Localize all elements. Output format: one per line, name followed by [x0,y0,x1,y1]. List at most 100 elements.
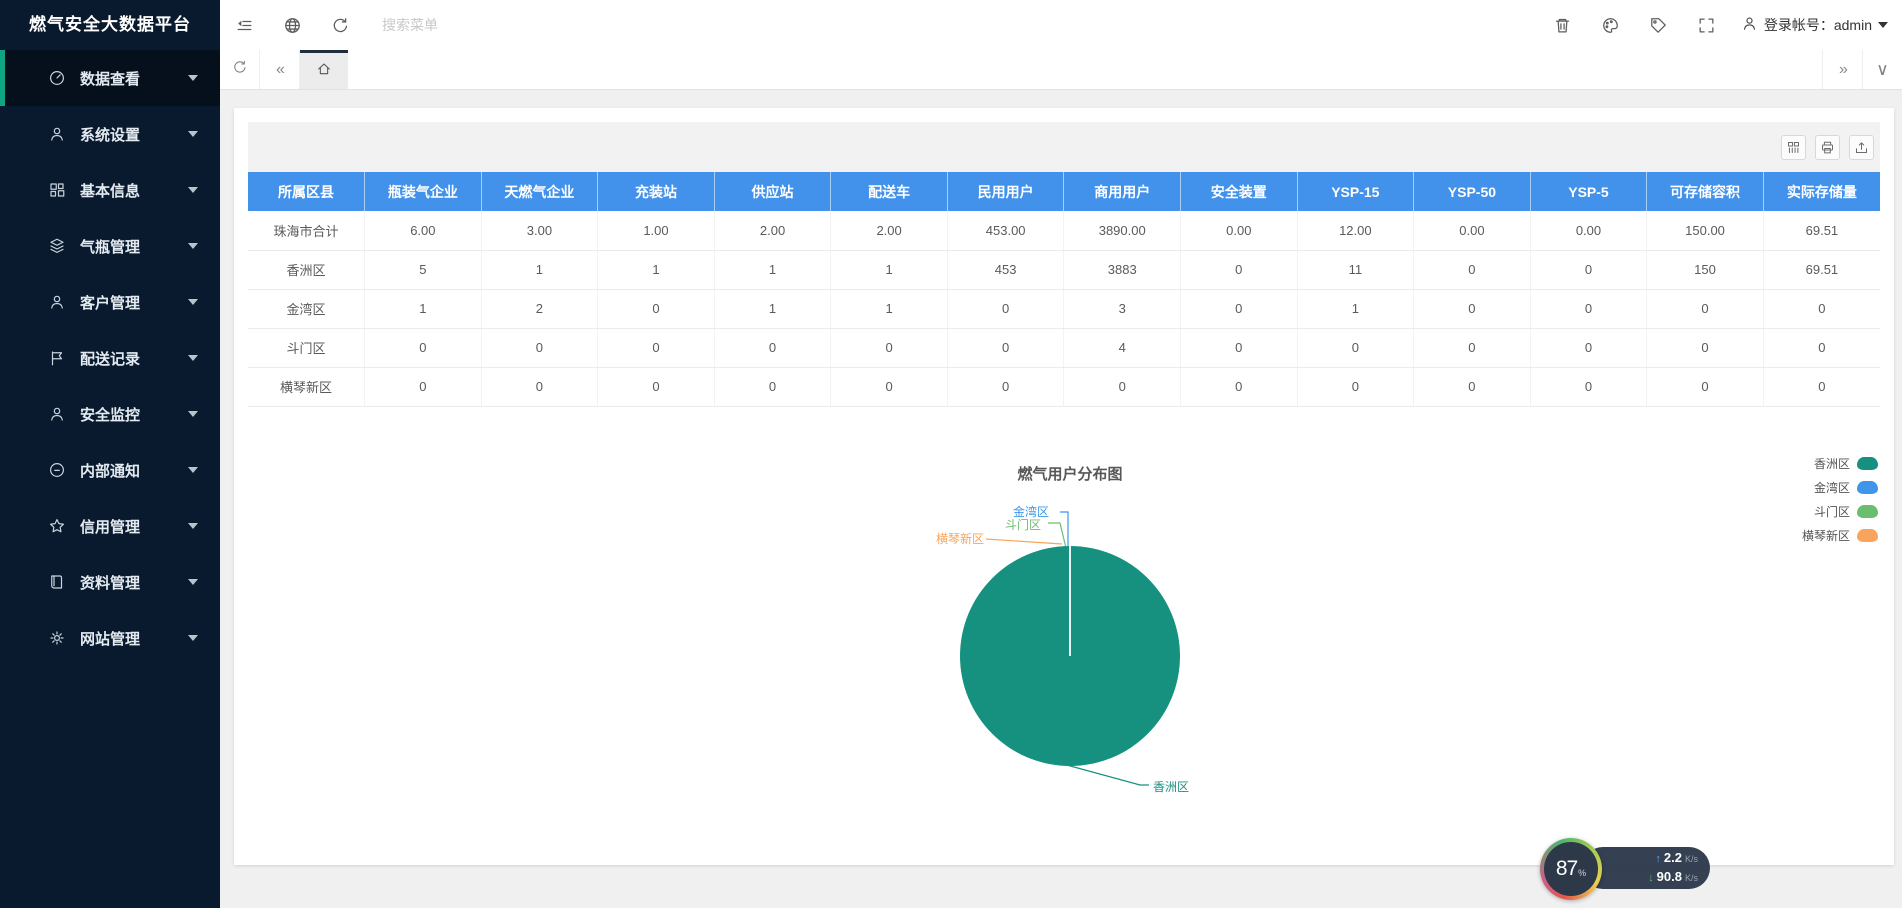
table-cell: 3883 [1063,250,1181,290]
chevron-down-icon [188,635,198,641]
theme-palette-icon[interactable] [1587,0,1635,50]
download-speed-unit: K/s [1684,873,1698,883]
tabs-menu-button[interactable]: ∨ [1862,50,1902,89]
column-header: 天燃气企业 [481,172,599,211]
account-menu[interactable]: 登录帐号：admin [1741,15,1888,35]
sidebar-item-label: 信用管理 [80,518,141,536]
sidebar-item-气瓶管理[interactable]: 气瓶管理 [0,218,220,274]
table-cell: 0 [1297,328,1415,368]
legend-label: 斗门区 [1813,505,1850,519]
sidebar-item-网站管理[interactable]: 网站管理 [0,610,220,666]
sidebar-item-配送记录[interactable]: 配送记录 [0,330,220,386]
column-header: YSP-5 [1530,172,1648,211]
sidebar-item-label: 系统设置 [80,126,141,144]
table-cell: 0 [597,367,715,407]
legend-swatch-icon [1857,529,1878,542]
menu-fold-icon[interactable] [220,0,268,50]
table-cell: 0 [1646,289,1764,329]
column-header: 瓶装气企业 [364,172,482,211]
table-cell: 1 [481,250,599,290]
chat-icon [48,461,66,479]
table-cell: 1 [830,289,948,329]
trash-icon[interactable] [1539,0,1587,50]
legend-label: 金湾区 [1813,481,1850,495]
legend-label: 横琴新区 [1801,529,1850,543]
table-cell: 0.00 [1530,211,1648,251]
sidebar-item-内部通知[interactable]: 内部通知 [0,442,220,498]
sidebar-item-信用管理[interactable]: 信用管理 [0,498,220,554]
tabs-scroll-left-button[interactable]: « [260,50,300,89]
refresh-icon[interactable] [316,0,364,50]
sidebar-item-数据查看[interactable]: 数据查看 [0,50,220,106]
gear-icon [48,629,66,647]
grid-icon [48,181,66,199]
topbar: 登录帐号：admin [220,0,1902,50]
table-cell: 0 [597,328,715,368]
globe-icon[interactable] [268,0,316,50]
export-button[interactable] [1849,134,1874,160]
chevron-down-icon [188,75,198,81]
legend-label: 香洲区 [1813,457,1850,471]
gauge-face: 87 % [1544,842,1598,896]
table-cell: 0 [481,367,599,407]
tab-home[interactable] [300,50,348,89]
legend-item-斗门区[interactable]: 斗门区 [1802,503,1878,521]
legend-item-金湾区[interactable]: 金湾区 [1802,479,1878,497]
tabs-refresh-button[interactable] [220,50,260,89]
legend-item-香洲区[interactable]: 香洲区 [1802,455,1878,473]
legend-swatch-icon [1857,505,1878,518]
user-icon [48,405,66,423]
column-header: 实际存储量 [1763,172,1880,211]
print-button[interactable] [1815,134,1840,160]
table-cell: 0 [1646,367,1764,407]
table-cell: 2 [481,289,599,329]
sidebar-item-客户管理[interactable]: 客户管理 [0,274,220,330]
topbar-left-tools [220,0,364,50]
pie-callout-香洲区: 香洲区 [1153,779,1190,794]
sidebar-item-label: 配送记录 [80,350,141,368]
sidebar-item-安全监控[interactable]: 安全监控 [0,386,220,442]
tag-icon[interactable] [1635,0,1683,50]
table-cell: 香洲区 [248,250,366,290]
chevron-down-icon [188,523,198,529]
column-header: 安全装置 [1180,172,1298,211]
sidebar-item-label: 基本信息 [80,182,141,200]
sidebar-item-资料管理[interactable]: 资料管理 [0,554,220,610]
columns-button[interactable] [1781,134,1806,160]
column-header: YSP-50 [1413,172,1531,211]
report-card: 所属区县 瓶装气企业 天燃气企业 充装站 供应站 配送车 民用用户 商用用户 安全装置 YSP-1… [234,108,1894,865]
legend-item-横琴新区[interactable]: 横琴新区 [1802,527,1878,545]
net-up-row: ↑ 2.2 K/s [1612,849,1698,868]
upload-speed: 2.2 [1663,850,1682,865]
table-cell: 3.00 [481,211,599,251]
pie-sliver-boundary [1069,545,1071,656]
table-cell: 0 [364,367,482,407]
table-cell: 69.51 [1763,250,1880,290]
table-cell: 0 [1180,289,1298,329]
sidebar-item-label: 气瓶管理 [80,238,141,256]
net-down-row: ↓ 90.8 K/s [1612,868,1698,887]
table-toolbar [248,122,1880,172]
table-cell: 珠海市合计 [248,211,366,251]
sidebar-item-基本信息[interactable]: 基本信息 [0,162,220,218]
table-cell: 150.00 [1646,211,1764,251]
fullscreen-icon[interactable] [1683,0,1731,50]
tabs-scroll-right-button[interactable]: » [1822,50,1862,89]
search-input[interactable] [382,17,682,33]
performance-gauge[interactable]: 87 % [1540,838,1602,900]
table-cell: 0 [1297,367,1415,407]
sidebar-item-系统设置[interactable]: 系统设置 [0,106,220,162]
tabbar: « » ∨ [220,50,1902,90]
chevron-down-icon [188,187,198,193]
table-cell: 0 [1530,289,1648,329]
layers-icon [48,237,66,255]
star-icon [48,517,66,535]
legend-swatch-icon [1857,457,1878,470]
table-cell: 0 [364,328,482,368]
chevron-down-icon [188,579,198,585]
gauge-icon [48,69,66,87]
column-header: 充装站 [597,172,715,211]
column-header: 可存储容积 [1646,172,1764,211]
table-cell: 斗门区 [248,328,366,368]
table-cell: 1 [1297,289,1415,329]
